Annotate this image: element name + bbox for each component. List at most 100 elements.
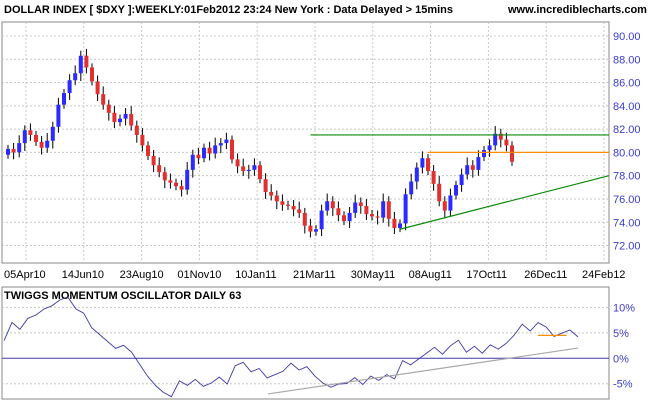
candle-body xyxy=(101,94,106,105)
candle-body xyxy=(487,145,492,151)
candle-body xyxy=(431,171,436,184)
candle-body xyxy=(11,148,16,153)
candle-body xyxy=(106,104,111,113)
candle-body xyxy=(90,67,94,82)
oscillator-lines xyxy=(3,296,579,398)
candle-body xyxy=(17,143,22,153)
candle-body xyxy=(414,167,419,182)
candle-body xyxy=(308,225,313,232)
candle-body xyxy=(381,201,386,218)
x-tick-label: 21Mar11 xyxy=(293,269,336,281)
oscillator-grid xyxy=(2,306,609,385)
candle-body xyxy=(353,202,358,213)
candle-body xyxy=(62,93,66,105)
candle-body xyxy=(319,210,324,230)
candle-body xyxy=(375,216,380,218)
price-y-tick-label: 90.00 xyxy=(613,31,641,43)
candle-body xyxy=(258,165,262,180)
candle-body xyxy=(146,145,150,156)
candle-body xyxy=(185,169,190,190)
candle-body xyxy=(140,134,145,146)
oscillator-y-tick-label: -5% xyxy=(613,379,633,391)
candle-body xyxy=(454,184,458,196)
candle-body xyxy=(302,212,307,226)
candle-body xyxy=(465,165,470,175)
candle-body xyxy=(409,181,414,195)
site-watermark: www.incrediblecharts.com xyxy=(507,4,647,16)
candle-body xyxy=(50,126,55,141)
x-tick-label: 26Dec11 xyxy=(524,269,567,281)
x-tick-label: 01Nov10 xyxy=(177,269,221,281)
candle-body xyxy=(213,145,218,154)
candle-body xyxy=(297,209,302,213)
candle-body xyxy=(45,140,50,148)
candle-body xyxy=(129,113,134,126)
x-tick-label: 23Aug10 xyxy=(120,269,164,281)
candle-body xyxy=(392,218,397,229)
candle-body xyxy=(190,154,195,170)
x-tick-label: 24Feb12 xyxy=(582,269,625,281)
candle-body xyxy=(437,183,442,202)
candle-body xyxy=(364,205,369,215)
candle-body xyxy=(386,201,391,219)
price-grid xyxy=(2,22,609,263)
candles xyxy=(6,48,514,238)
oscillator-line xyxy=(3,296,579,398)
candle-body xyxy=(286,204,290,206)
x-tick-label: 08Aug11 xyxy=(409,269,452,281)
candle-body xyxy=(202,147,206,159)
candle-body xyxy=(56,104,61,127)
candle-body xyxy=(291,205,296,210)
candle-body xyxy=(134,125,139,135)
candle-body xyxy=(123,113,128,119)
candle-body xyxy=(325,201,330,211)
price-y-tick-label: 84.00 xyxy=(613,101,641,113)
candle-body xyxy=(403,194,408,224)
price-trendline xyxy=(399,175,610,230)
price-panel-frame xyxy=(1,21,610,264)
price-y-tick-label: 86.00 xyxy=(613,78,641,90)
candle-body xyxy=(39,141,44,148)
candle-body xyxy=(84,55,89,68)
candle-body xyxy=(420,158,425,168)
candle-body xyxy=(442,201,447,211)
candle-body xyxy=(78,55,83,74)
candle-body xyxy=(168,180,173,183)
oscillator-y-tick-label: 5% xyxy=(613,328,629,340)
x-axis: 05Apr10 14Jun10 23Aug10 01Nov10 10Jan11 21Mar… xyxy=(4,269,625,281)
price-y-tick-label: 76.00 xyxy=(613,194,641,206)
candle-body xyxy=(476,157,481,170)
x-tick-label: 10Jan11 xyxy=(235,269,276,281)
candle-body xyxy=(336,208,341,216)
oscillator-y-tick-label: 0% xyxy=(613,353,629,365)
candle-body xyxy=(162,172,167,181)
candle-body xyxy=(280,201,285,205)
candle-body xyxy=(470,165,475,170)
candle-body xyxy=(207,147,212,154)
candle-body xyxy=(67,80,72,94)
price-y-tick-label: 88.00 xyxy=(613,54,641,66)
candle-body xyxy=(196,154,201,159)
candle-body xyxy=(73,73,78,81)
candle-body xyxy=(347,212,352,222)
price-y-tick-label: 78.00 xyxy=(613,171,641,183)
candle-body xyxy=(218,143,223,146)
oscillator-title: TWIGGS MOMENTUM OSCILLATOR DAILY 63 xyxy=(4,290,241,302)
candle-body xyxy=(22,130,27,144)
candle-body xyxy=(224,139,229,144)
candle-body xyxy=(174,182,178,187)
candle-body xyxy=(34,134,38,142)
chart-header-title: DOLLAR INDEX [ $DXY ]:WEEKLY:01Feb2012 2… xyxy=(4,4,453,16)
candle-body xyxy=(504,139,509,146)
oscillator-y-tick-label: 10% xyxy=(613,302,635,314)
candle-body xyxy=(314,229,318,232)
candle-body xyxy=(448,195,453,211)
candle-body xyxy=(95,81,100,95)
price-y-tick-label: 82.00 xyxy=(613,124,641,136)
candle-body xyxy=(330,201,335,209)
candle-body xyxy=(230,139,234,160)
dollar-index-chart: DOLLAR INDEX [ $DXY ]:WEEKLY:01Feb2012 2… xyxy=(1,4,647,400)
candle-body xyxy=(235,159,240,167)
candle-body xyxy=(118,118,122,123)
candle-body xyxy=(263,179,268,192)
